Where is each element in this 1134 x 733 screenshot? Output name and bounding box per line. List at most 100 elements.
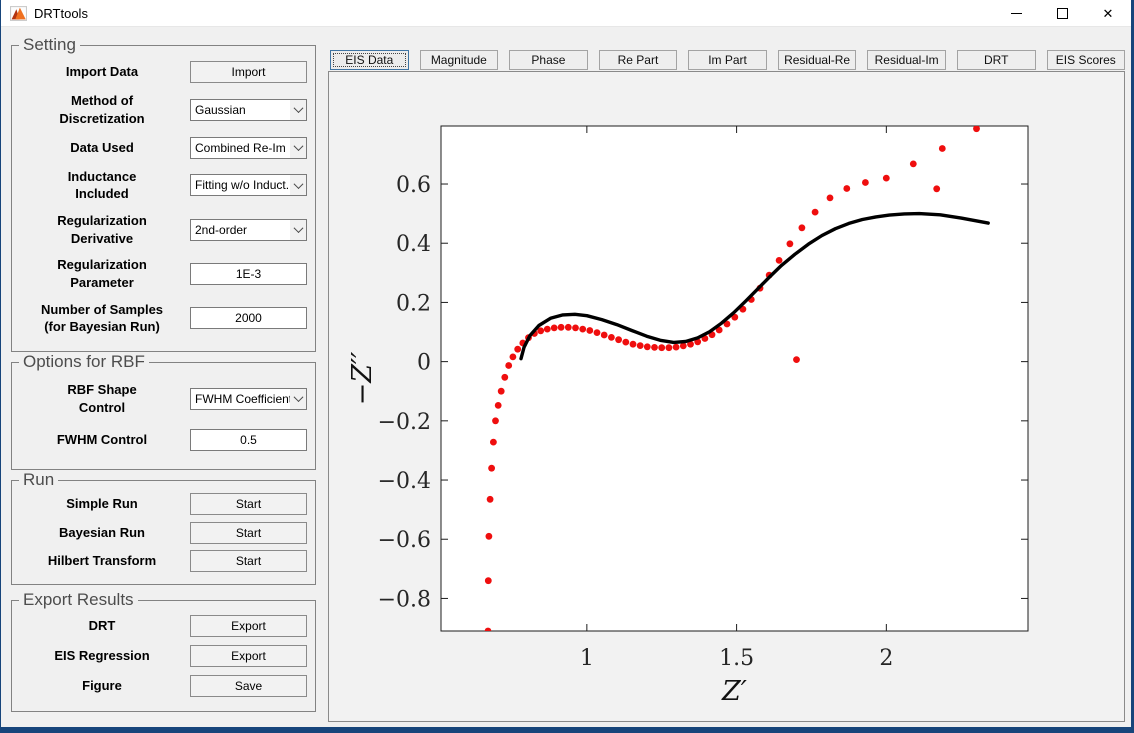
eis-regression-label: EIS Regression: [54, 648, 150, 664]
tab-drt[interactable]: DRT: [956, 50, 1036, 70]
tab-magnitude[interactable]: Magnitude: [419, 50, 499, 70]
minimize-button[interactable]: [993, 0, 1039, 26]
eis-scatter-point: [492, 417, 499, 425]
form-row: Data Used Combined Re-Im ...: [14, 136, 307, 159]
y-tick-label: −0.4: [378, 469, 431, 494]
eis-scatter-point: [629, 340, 637, 348]
tab-im-part[interactable]: Im Part: [688, 50, 767, 70]
tab-residual-im[interactable]: Residual-Im: [867, 50, 946, 70]
window-controls: ✕: [993, 0, 1131, 26]
simple-run-label: Simple Run: [66, 496, 138, 512]
chevron-down-icon: [290, 99, 306, 120]
maximize-button[interactable]: [1039, 0, 1085, 26]
eis-scatter-point: [586, 327, 594, 334]
tab-eis-scores[interactable]: EIS Scores: [1046, 50, 1126, 70]
form-row: DRT Export: [14, 615, 307, 637]
drt-button[interactable]: Export: [190, 615, 307, 637]
rbf-shape-control-select[interactable]: FWHM Coefficient: [190, 387, 307, 410]
select-value: Fitting w/o Induct...: [195, 178, 290, 193]
eis-scatter-point: [505, 362, 513, 369]
tab-residual-re[interactable]: Residual-Re: [777, 50, 857, 70]
panel-title-options-for-rbf: Options for RBF: [19, 352, 149, 372]
form-row: EIS Regression Export: [14, 645, 307, 667]
eis-scatter-point: [826, 194, 834, 202]
form-row: Regularization Derivative 2nd-order: [14, 212, 307, 247]
eis-scatter-point: [490, 438, 497, 446]
eis-scatter-point: [933, 185, 941, 193]
eis-scatter-point: [672, 343, 680, 351]
minimize-icon: [1010, 12, 1022, 14]
inductance-included-label: Inductance Included: [67, 168, 137, 202]
number-of-samples-for-bayesian-run-label: Number of Samples (for Bayesian Run): [40, 301, 164, 335]
import-data-button[interactable]: Import: [190, 61, 307, 84]
regularization-parameter-input[interactable]: [190, 262, 307, 285]
chevron-down-icon: [290, 175, 306, 196]
matlab-icon: [10, 5, 27, 21]
y-tick-label: −0.2: [378, 410, 431, 435]
fwhm-control-input[interactable]: [190, 428, 307, 451]
y-tick-label: −0.8: [378, 587, 431, 612]
data-used-select[interactable]: Combined Re-Im ...: [190, 136, 307, 159]
eis-scatter-point: [572, 324, 579, 332]
eis-scatter-point: [636, 342, 644, 349]
tab-re-part[interactable]: Re Part: [598, 50, 678, 70]
data-used-label: Data Used: [70, 139, 134, 155]
eis-scatter-point: [622, 338, 630, 346]
eis-nyquist-chart: 1 1.5 2 −0.8 −0.6 −0.4 −0.2 0 0.2 0.4 0.6 Z′ −Z′′: [347, 125, 1029, 707]
regularization-derivative-select[interactable]: 2nd-order: [190, 218, 307, 241]
form-row: Inductance Included Fitting w/o Induct...: [14, 168, 307, 203]
panel-title-setting: Setting: [19, 35, 80, 55]
plot-tabbar: EIS Data Magnitude Phase Re Part Im Part Resi…: [330, 50, 1126, 70]
tab-phase[interactable]: Phase: [509, 50, 588, 70]
y-axis-label: −Z′′: [347, 352, 378, 406]
number-of-samples-for-bayesian-run-input[interactable]: [190, 307, 307, 330]
x-tick-label: 1: [580, 646, 594, 671]
form-row: Figure Save: [14, 675, 307, 697]
eis-scatter-point: [494, 402, 502, 409]
form-row: Method of Discretization Gaussian: [14, 92, 307, 127]
eis-scatter-point: [600, 331, 608, 339]
y-tick-label: 0.6: [396, 173, 431, 198]
eis-scatter-point: [775, 257, 783, 264]
eis-scatter-point: [579, 325, 587, 333]
maximize-icon: [1056, 7, 1068, 19]
select-value: FWHM Coefficient: [195, 391, 290, 406]
tab-eis-data[interactable]: EIS Data: [330, 50, 409, 70]
settings-sidebar: Setting Import Data Import Method of Discre…: [11, 35, 316, 712]
form-row: Regularization Parameter: [14, 256, 307, 291]
close-button[interactable]: ✕: [1085, 0, 1131, 26]
panel-rows: DRT Export EIS Regression Export Figure Save: [12, 601, 315, 711]
simple-run-button[interactable]: Start: [190, 493, 307, 516]
eis-scatter-point: [651, 344, 658, 351]
eis-scatter-point: [862, 179, 869, 186]
eis-scatter-point: [543, 325, 551, 333]
eis-regression-button[interactable]: Export: [190, 645, 307, 667]
eis-scatter-point: [564, 323, 572, 331]
y-tick-label: 0.4: [396, 232, 431, 257]
x-tick-label: 1.5: [719, 646, 754, 671]
form-row: FWHM Control: [14, 428, 307, 451]
title-bar: DRTtools ✕: [1, 0, 1131, 27]
chevron-down-icon: [290, 219, 306, 240]
chevron-down-icon: [290, 388, 306, 409]
eis-scatter-point: [593, 329, 601, 336]
hilbert-transform-button[interactable]: Start: [190, 549, 307, 572]
eis-scatter-point: [658, 344, 666, 352]
panel-title-run: Run: [19, 470, 59, 490]
eis-scatter-point: [798, 224, 806, 232]
regularization-derivative-label: Regularization Derivative: [57, 213, 147, 246]
eis-scatter-point: [550, 324, 558, 332]
eis-scatter-point: [488, 464, 495, 472]
eis-scatter-point: [514, 345, 522, 353]
regularization-parameter-label: Regularization Parameter: [57, 257, 147, 290]
y-tick-label: 0: [417, 351, 431, 376]
x-tick-label: 2: [879, 646, 893, 671]
inductance-included-select[interactable]: Fitting w/o Induct...: [190, 174, 307, 197]
select-value: Combined Re-Im ...: [195, 140, 290, 155]
eis-scatter-point: [557, 323, 565, 331]
figure-button[interactable]: Save: [190, 675, 307, 697]
method-of-discretization-select[interactable]: Gaussian: [190, 98, 307, 121]
panel-options-for-rbf: Options for RBF RBF Shape Control FWHM Coe…: [11, 352, 316, 470]
method-of-discretization-label: Method of Discretization: [59, 93, 145, 126]
bayesian-run-button[interactable]: Start: [190, 521, 307, 544]
